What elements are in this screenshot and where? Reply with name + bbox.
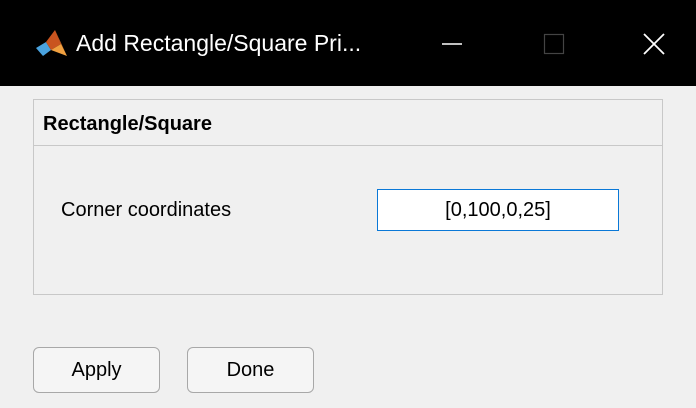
corner-coordinates-label: Corner coordinates xyxy=(61,199,232,221)
done-button[interactable]: Done xyxy=(187,347,314,393)
apply-button[interactable]: Apply xyxy=(33,347,160,393)
rectangle-square-panel: Rectangle/Square Corner coordinates xyxy=(33,99,663,295)
corner-coordinates-input[interactable] xyxy=(377,189,619,231)
close-icon[interactable] xyxy=(631,22,677,66)
dialog-window: Add Rectangle/Square Pri... Rectangle/Sq… xyxy=(0,0,696,408)
minimize-icon[interactable] xyxy=(429,22,475,66)
window-title: Add Rectangle/Square Pri... xyxy=(76,30,362,56)
panel-title: Rectangle/Square xyxy=(43,113,212,135)
matlab-logo-icon xyxy=(34,28,68,58)
title-bar[interactable]: Add Rectangle/Square Pri... xyxy=(0,0,696,86)
panel-header: Rectangle/Square xyxy=(34,100,662,146)
maximize-icon[interactable] xyxy=(531,22,577,66)
